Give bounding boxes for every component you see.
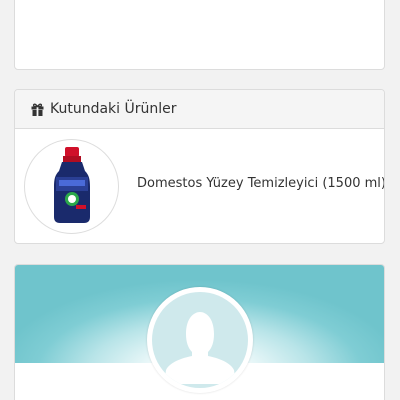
box-products-title: Kutundaki Ürünler (50, 101, 177, 117)
product-name[interactable]: Domestos Yüzey Temizleyici (1500 ml) (137, 176, 384, 191)
product-item[interactable]: Domestos Yüzey Temizleyici (1500 ml) (15, 129, 384, 243)
top-card (14, 0, 385, 70)
gift-icon (31, 103, 44, 116)
user-silhouette-icon (160, 304, 240, 388)
profile-card (14, 264, 385, 400)
box-products-card: Kutundaki Ürünler Domestos Yüzey Temizle… (14, 89, 385, 244)
avatar[interactable] (152, 292, 248, 388)
page: Kutundaki Ürünler Domestos Yüzey Temizle… (0, 0, 400, 400)
product-image[interactable] (24, 139, 119, 234)
box-products-header: Kutundaki Ürünler (15, 90, 384, 129)
detergent-bottle-icon (52, 146, 92, 227)
avatar-frame (147, 287, 253, 393)
